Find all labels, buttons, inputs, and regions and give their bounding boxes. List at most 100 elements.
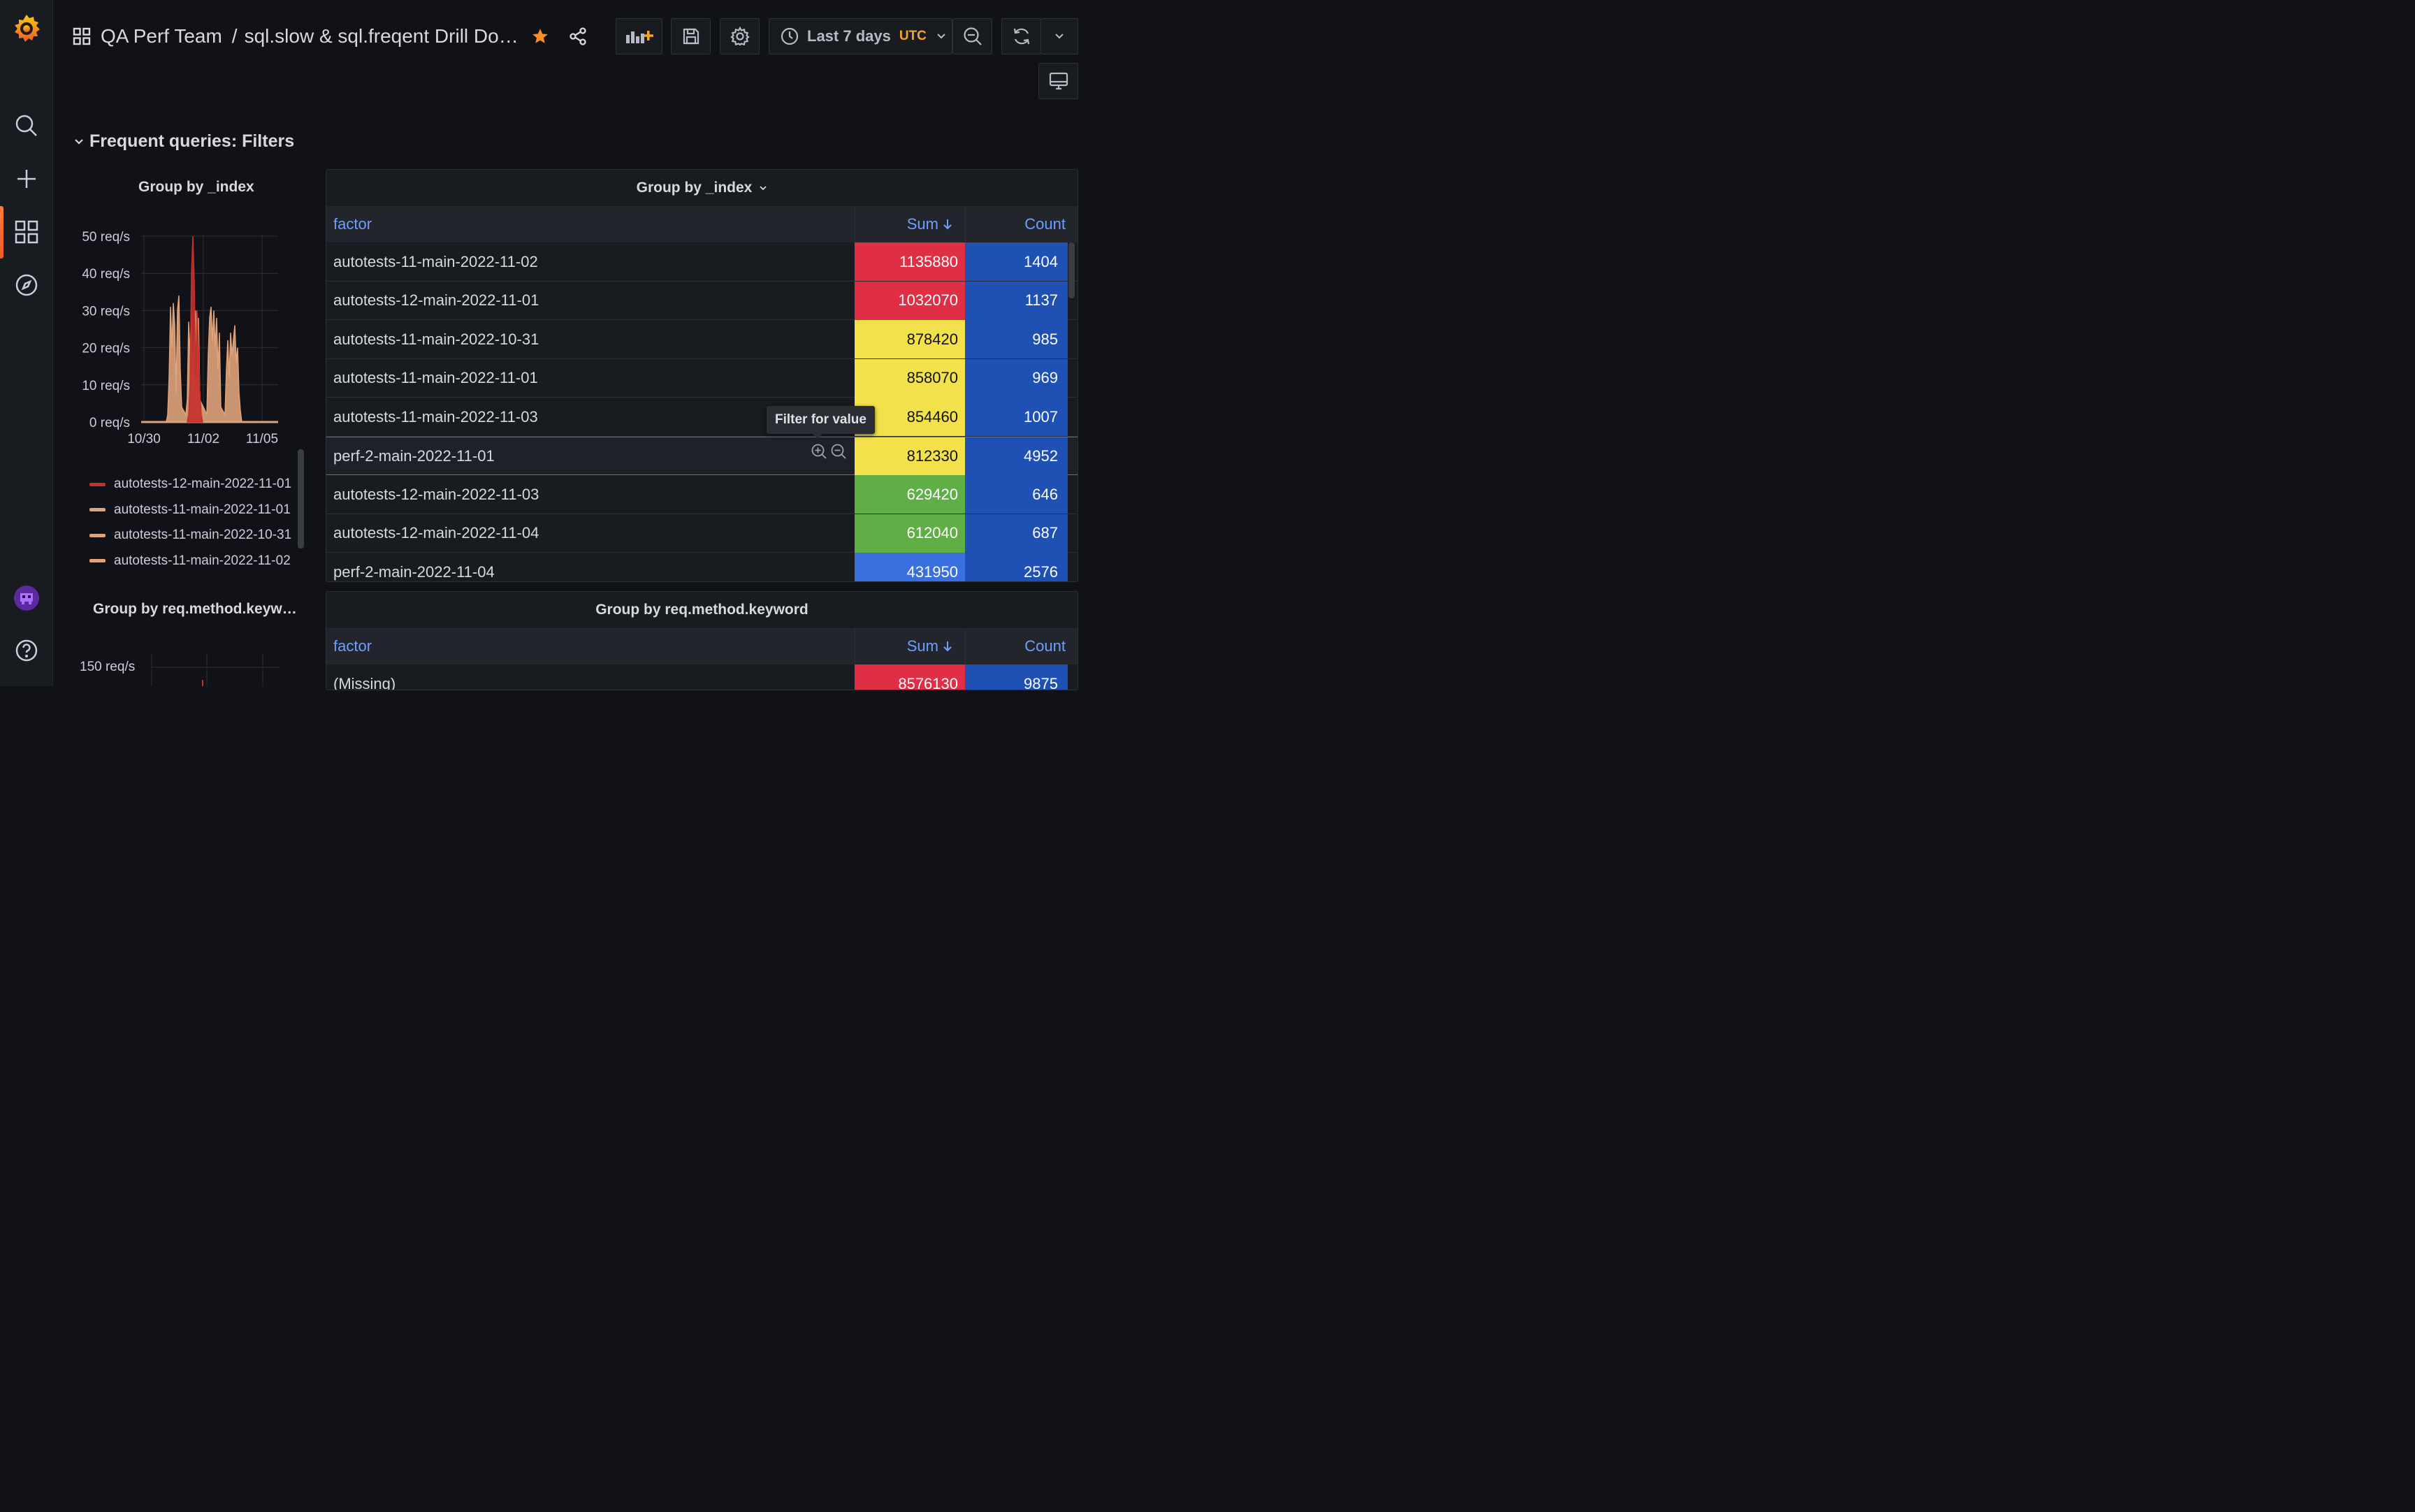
- sort-arrow-down-icon: [943, 219, 952, 230]
- cell-count[interactable]: 969: [965, 358, 1068, 398]
- explore-compass-icon[interactable]: [0, 264, 52, 306]
- filter-for-value-icon[interactable]: [811, 443, 827, 460]
- filter-tooltip: Filter for value: [767, 406, 875, 439]
- refresh-button[interactable]: [1001, 18, 1041, 54]
- cell-factor[interactable]: perf-2-main-2022-11-04: [333, 553, 495, 581]
- dashboards-grid-icon: [73, 27, 91, 45]
- breadcrumb-folder[interactable]: QA Perf Team: [101, 25, 222, 48]
- cell-sum[interactable]: 629420: [855, 475, 965, 514]
- cell-count[interactable]: 9875: [965, 664, 1068, 690]
- cell-sum[interactable]: 858070: [855, 358, 965, 398]
- panel-title-text: Group by req.method.keyword: [595, 602, 808, 618]
- table-panel-index: Group by _index factor Sum Count autotes…: [326, 169, 1078, 582]
- cell-count[interactable]: 2576: [965, 553, 1068, 581]
- star-icon[interactable]: [531, 27, 549, 45]
- cell-count[interactable]: 4952: [965, 437, 1068, 476]
- legend-item[interactable]: autotests-11-main-2022-10-31: [89, 523, 291, 548]
- table-row[interactable]: perf-2-main-2022-11-04 431950 2576: [326, 553, 1078, 581]
- panel-title-method[interactable]: Group by req.method.keyw…: [93, 601, 297, 618]
- column-header-sum[interactable]: Sum: [855, 206, 965, 242]
- legend-swatch: [89, 559, 106, 563]
- dashboard-settings-button[interactable]: [720, 18, 760, 54]
- save-dashboard-button[interactable]: [671, 18, 711, 54]
- zoom-out-button[interactable]: [952, 18, 992, 54]
- search-icon[interactable]: [0, 105, 52, 147]
- legend-scrollbar[interactable]: [298, 449, 304, 548]
- user-avatar[interactable]: [0, 577, 52, 619]
- cell-factor[interactable]: autotests-12-main-2022-11-01: [333, 282, 539, 320]
- table-row[interactable]: autotests-12-main-2022-11-04 612040 687: [326, 514, 1078, 553]
- cell-sum[interactable]: 431950: [855, 553, 965, 581]
- cell-sum[interactable]: 878420: [855, 320, 965, 358]
- cell-count[interactable]: 687: [965, 514, 1068, 553]
- legend-item[interactable]: autotests-12-main-2022-11-01: [89, 472, 291, 497]
- table-row[interactable]: autotests-11-main-2022-10-31 878420 985: [326, 320, 1078, 359]
- panel-header[interactable]: Group by _index: [326, 170, 1078, 206]
- cell-factor[interactable]: perf-2-main-2022-11-01: [333, 437, 495, 476]
- dashboards-icon[interactable]: [0, 211, 52, 253]
- table-row[interactable]: autotests-12-main-2022-11-01 1032070 1137: [326, 281, 1078, 320]
- table-row[interactable]: autotests-11-main-2022-11-01 858070 969: [326, 358, 1078, 398]
- filter-out-value-icon[interactable]: [830, 443, 847, 460]
- panel-title-index[interactable]: Group by _index: [138, 179, 254, 196]
- dashboard-navbar: QA Perf Team / sql.slow & sql.freqent Dr…: [53, 0, 1096, 99]
- row-title[interactable]: Frequent queries: Filters: [74, 131, 294, 152]
- add-panel-button[interactable]: [616, 18, 662, 54]
- cell-factor[interactable]: autotests-11-main-2022-11-02: [333, 242, 538, 281]
- index-timeseries-chart[interactable]: 50 req/s 40 req/s 30 req/s 20 req/s 10 req/s…: [70, 231, 293, 447]
- column-header-sum-label: Sum: [906, 637, 938, 655]
- row-title-text: Frequent queries: Filters: [89, 131, 295, 151]
- method-timeseries-chart[interactable]: [147, 653, 287, 686]
- table-scrollbar[interactable]: [1068, 242, 1075, 298]
- column-header-count[interactable]: Count: [965, 628, 1075, 664]
- table-row[interactable]: autotests-11-main-2022-11-02 1135880 1404: [326, 242, 1078, 282]
- cell-sum[interactable]: 8576130: [855, 664, 965, 690]
- y-tick-label: 40 req/s: [82, 267, 130, 282]
- cell-factor[interactable]: autotests-11-main-2022-10-31: [333, 320, 539, 358]
- cell-count[interactable]: 1137: [965, 281, 1068, 320]
- dashboard-title[interactable]: sql.slow & sql.freqent Drill Do…: [245, 25, 518, 48]
- cell-factor[interactable]: autotests-11-main-2022-11-01: [333, 359, 538, 398]
- help-icon[interactable]: [0, 630, 52, 671]
- legend-item[interactable]: autotests-11-main-2022-11-01: [89, 497, 291, 523]
- legend-label: autotests-11-main-2022-11-02: [114, 553, 291, 568]
- breadcrumb-separator: /: [231, 25, 238, 47]
- cell-factor[interactable]: autotests-12-main-2022-11-03: [333, 475, 539, 514]
- cell-sum[interactable]: 1135880: [855, 242, 965, 281]
- column-header-sum[interactable]: Sum: [855, 628, 965, 664]
- cell-sum[interactable]: 812330: [855, 437, 965, 476]
- cell-count[interactable]: 985: [965, 320, 1068, 358]
- table-row[interactable]: (Missing) 8576130 9875: [326, 664, 1078, 690]
- legend-item[interactable]: autotests-11-main-2022-11-02: [89, 548, 291, 574]
- cell-sum[interactable]: 1032070: [855, 281, 965, 320]
- column-header-count[interactable]: Count: [965, 206, 1075, 242]
- cell-count[interactable]: 646: [965, 475, 1068, 514]
- cell-factor[interactable]: autotests-12-main-2022-11-04: [333, 514, 539, 553]
- table-row[interactable]: autotests-11-main-2022-11-03 854460 1007: [326, 398, 1078, 437]
- panel-header[interactable]: Group by req.method.keyword: [326, 592, 1078, 628]
- chevron-down-icon: [759, 185, 767, 191]
- table-header: factor Sum Count: [326, 206, 1078, 242]
- plus-icon[interactable]: [0, 158, 52, 200]
- y-tick-label: 0 req/s: [89, 416, 130, 430]
- legend-swatch: [89, 482, 106, 486]
- x-tick-label: 11/02: [187, 432, 219, 446]
- time-picker-button[interactable]: Last 7 days UTC: [769, 18, 952, 54]
- table-row[interactable]: perf-2-main-2022-11-01 812330 4952: [326, 436, 1078, 476]
- cell-count[interactable]: 1404: [965, 242, 1068, 281]
- column-header-factor[interactable]: factor: [333, 628, 372, 664]
- tv-mode-button[interactable]: [1038, 63, 1078, 99]
- column-header-factor[interactable]: factor: [333, 206, 372, 242]
- share-icon[interactable]: [569, 27, 587, 45]
- refresh-interval-dropdown[interactable]: [1040, 18, 1078, 54]
- cell-sum[interactable]: 612040: [855, 514, 965, 553]
- cell-factor[interactable]: (Missing): [333, 664, 396, 690]
- series-area-autotests-11: [166, 296, 243, 423]
- table-row[interactable]: autotests-12-main-2022-11-03 629420 646: [326, 475, 1078, 514]
- legend-label: autotests-11-main-2022-10-31: [114, 528, 292, 543]
- x-tick-label: 10/30: [127, 432, 161, 446]
- cell-count[interactable]: 1007: [965, 398, 1068, 436]
- cell-factor[interactable]: autotests-11-main-2022-11-03: [333, 398, 538, 436]
- legend-label: autotests-11-main-2022-11-01: [114, 502, 291, 517]
- grafana-logo-icon[interactable]: [0, 8, 52, 50]
